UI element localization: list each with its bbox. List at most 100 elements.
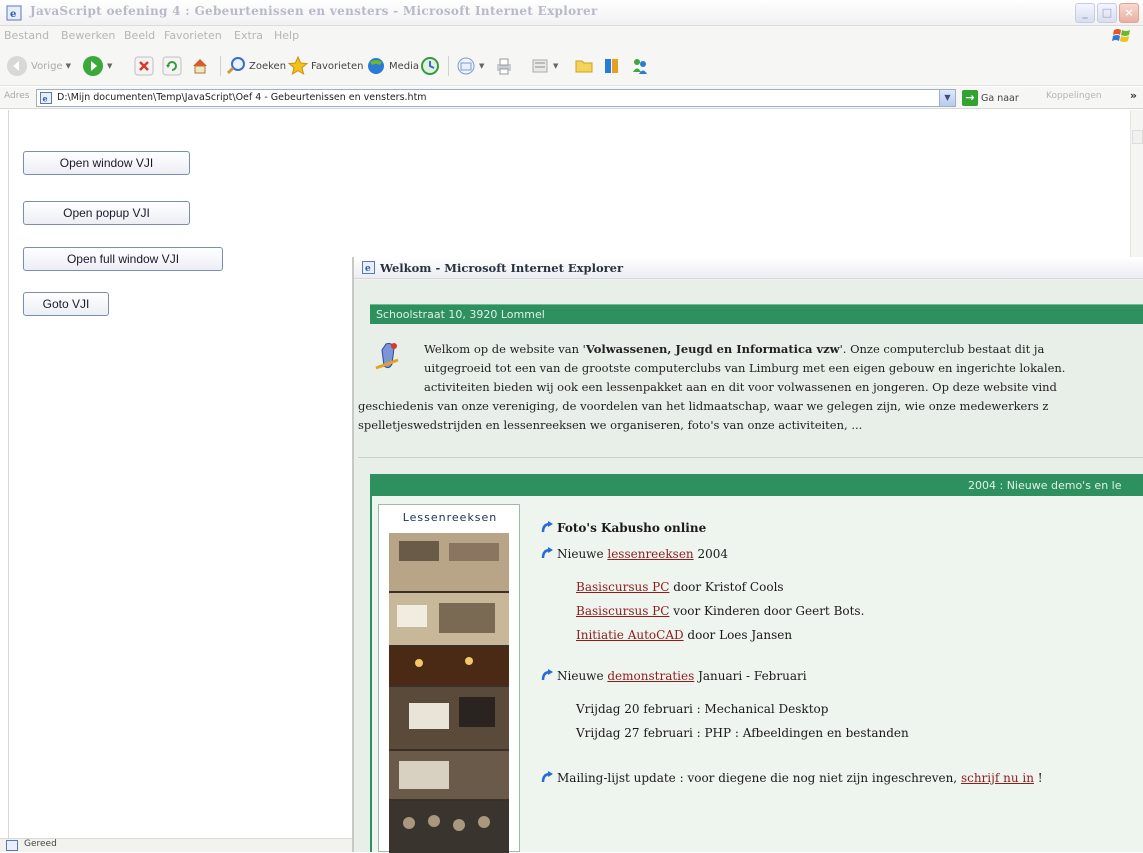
go-button[interactable]: → Ga naar: [962, 90, 1019, 106]
news-text: Nieuwe: [557, 669, 608, 683]
news-header: 2004 : Nieuwe demo's en le: [372, 476, 1143, 496]
media-icon: [368, 58, 384, 74]
popup-window: e Welkom - Microsoft Internet Explorer S…: [352, 257, 1143, 853]
menu-beeld[interactable]: Beeld: [124, 29, 155, 42]
address-input[interactable]: e D:\Mijn documenten\Temp\JavaScript\Oef…: [36, 89, 956, 107]
news-header-text: 2004 : Nieuwe demo's en le: [968, 479, 1122, 492]
ie-page-icon: e: [6, 5, 22, 21]
news-box: 2004 : Nieuwe demo's en le Lessenreeksen: [370, 474, 1143, 853]
toolbar: Vorige ▼ ▼ Zoeken Favorieten Media ▼ ▼: [0, 46, 1143, 86]
menu-bestand[interactable]: Bestand: [4, 29, 49, 42]
home-icon: [193, 59, 207, 74]
back-button[interactable]: Vorige ▼: [6, 54, 71, 78]
media-label: Media: [389, 60, 420, 72]
divider: [358, 457, 1143, 458]
search-button[interactable]: Zoeken: [226, 54, 286, 78]
address-dropdown-icon[interactable]: ▼: [939, 90, 955, 106]
home-button[interactable]: [190, 54, 210, 78]
basiscursus-pc-kinderen-link[interactable]: Basiscursus PC: [576, 604, 669, 618]
back-arrow-icon: [7, 56, 27, 76]
open-full-window-button[interactable]: Open full window VJI: [23, 247, 223, 271]
menu-bewerken[interactable]: Bewerken: [61, 29, 115, 42]
news-text: Nieuwe: [557, 547, 608, 561]
ie-page-icon: [6, 840, 18, 851]
goto-vji-button[interactable]: Goto VJI: [23, 292, 109, 316]
news-item: Nieuwe lessenreeksen 2004: [540, 546, 728, 561]
lessenreeksen-link[interactable]: lessenreeksen: [607, 547, 693, 561]
history-button[interactable]: [420, 54, 440, 78]
course-item: Basiscursus PC voor Kinderen door Geert …: [576, 604, 864, 618]
scroll-up-icon[interactable]: [1132, 130, 1143, 144]
menu-help[interactable]: Help: [274, 29, 299, 42]
address-banner: Schoolstraat 10, 3920 Lommel: [370, 304, 1143, 324]
more-chevron-icon[interactable]: »: [1130, 89, 1137, 102]
close-button[interactable]: ×: [1119, 3, 1139, 23]
svg-text:e: e: [43, 94, 48, 104]
print-button[interactable]: [494, 54, 514, 78]
demo-item: Vrijdag 27 februari : PHP : Afbeeldingen…: [576, 726, 909, 740]
search-label: Zoeken: [249, 60, 287, 72]
messenger-button[interactable]: [630, 54, 650, 78]
book-icon: [605, 59, 618, 73]
demonstraties-link[interactable]: demonstraties: [607, 669, 694, 683]
open-window-button[interactable]: Open window VJI: [23, 151, 190, 175]
back-label: Vorige: [31, 60, 63, 72]
folder-icon: [575, 60, 593, 73]
popup-title-bar: e Welkom - Microsoft Internet Explorer: [354, 257, 1143, 279]
news-item: Foto's Kabusho online: [540, 520, 706, 535]
news-headline: Foto's Kabusho online: [557, 521, 707, 535]
schrijf-nu-in-link[interactable]: schrijf nu in: [961, 771, 1034, 785]
news-text: !: [1033, 771, 1043, 785]
mail-button[interactable]: ▼: [456, 54, 484, 78]
ie-page-icon: e: [362, 261, 375, 274]
stop-button[interactable]: [134, 54, 154, 78]
links-label[interactable]: Koppelingen: [1046, 91, 1102, 101]
sidebar-title: Lessenreeksen: [402, 511, 498, 524]
minimize-button[interactable]: _: [1075, 3, 1095, 23]
activity-photos: [389, 533, 509, 853]
intro-line5: spelletjeswedstrijden en lessenreeksen w…: [358, 418, 863, 432]
go-label: Ga naar: [981, 92, 1019, 104]
refresh-button[interactable]: [162, 54, 182, 78]
history-icon: [421, 57, 439, 75]
news-text: Mailing-lijst update : voor diegene die …: [557, 771, 961, 785]
favorites-label: Favorieten: [311, 60, 364, 72]
status-text: Gereed: [24, 839, 57, 849]
demo-item: Vrijdag 20 februari : Mechanical Desktop: [576, 702, 829, 716]
course-text: door Loes Jansen: [683, 628, 793, 642]
news-item: Mailing-lijst update : voor diegene die …: [540, 770, 1043, 785]
welcome-icon: [375, 343, 399, 370]
open-popup-button[interactable]: Open popup VJI: [23, 201, 190, 225]
favorites-button[interactable]: Favorieten: [288, 54, 363, 78]
intro-line3: activiteiten bieden wij ook een lessenpa…: [424, 380, 1057, 394]
news-text: Januari - Februari: [694, 669, 807, 683]
chevron-down-icon: ▼: [553, 62, 559, 70]
messenger-icon: [633, 59, 647, 74]
news-text: 2004: [693, 547, 729, 561]
forward-arrow-icon: [83, 56, 103, 76]
news-item: Nieuwe demonstraties Januari - Februari: [540, 668, 807, 683]
svg-text:e: e: [10, 9, 16, 20]
research-button[interactable]: [602, 54, 622, 78]
folder-button[interactable]: [574, 54, 594, 78]
menu-favorieten[interactable]: Favorieten: [164, 29, 222, 42]
intro-line1-pre: Welkom op de website van ': [424, 342, 586, 356]
basiscursus-pc-link[interactable]: Basiscursus PC: [576, 580, 669, 594]
stop-icon: [134, 56, 154, 76]
chevron-down-icon: ▼: [479, 62, 485, 70]
menu-extra[interactable]: Extra: [234, 29, 263, 42]
course-text: voor Kinderen door Geert Bots.: [669, 604, 865, 618]
lessen-sidebar[interactable]: Lessenreeksen: [378, 504, 520, 853]
maximize-button[interactable]: □: [1097, 3, 1117, 23]
media-button[interactable]: Media: [366, 54, 419, 78]
course-item: Basiscursus PC door Kristof Cools: [576, 580, 784, 594]
bullet-arrow-icon: [541, 547, 553, 559]
window-title: JavaScript oefening 4 : Gebeurtenissen e…: [30, 4, 598, 18]
edit-button[interactable]: ▼: [530, 54, 558, 78]
title-bar: e JavaScript oefening 4 : Gebeurtenissen…: [0, 0, 1143, 26]
bullet-arrow-icon: [541, 669, 553, 681]
svg-text:e: e: [365, 264, 371, 274]
windows-logo-icon: [1112, 29, 1130, 42]
forward-button[interactable]: ▼: [82, 54, 112, 78]
initiatie-autocad-link[interactable]: Initiatie AutoCAD: [576, 628, 684, 642]
